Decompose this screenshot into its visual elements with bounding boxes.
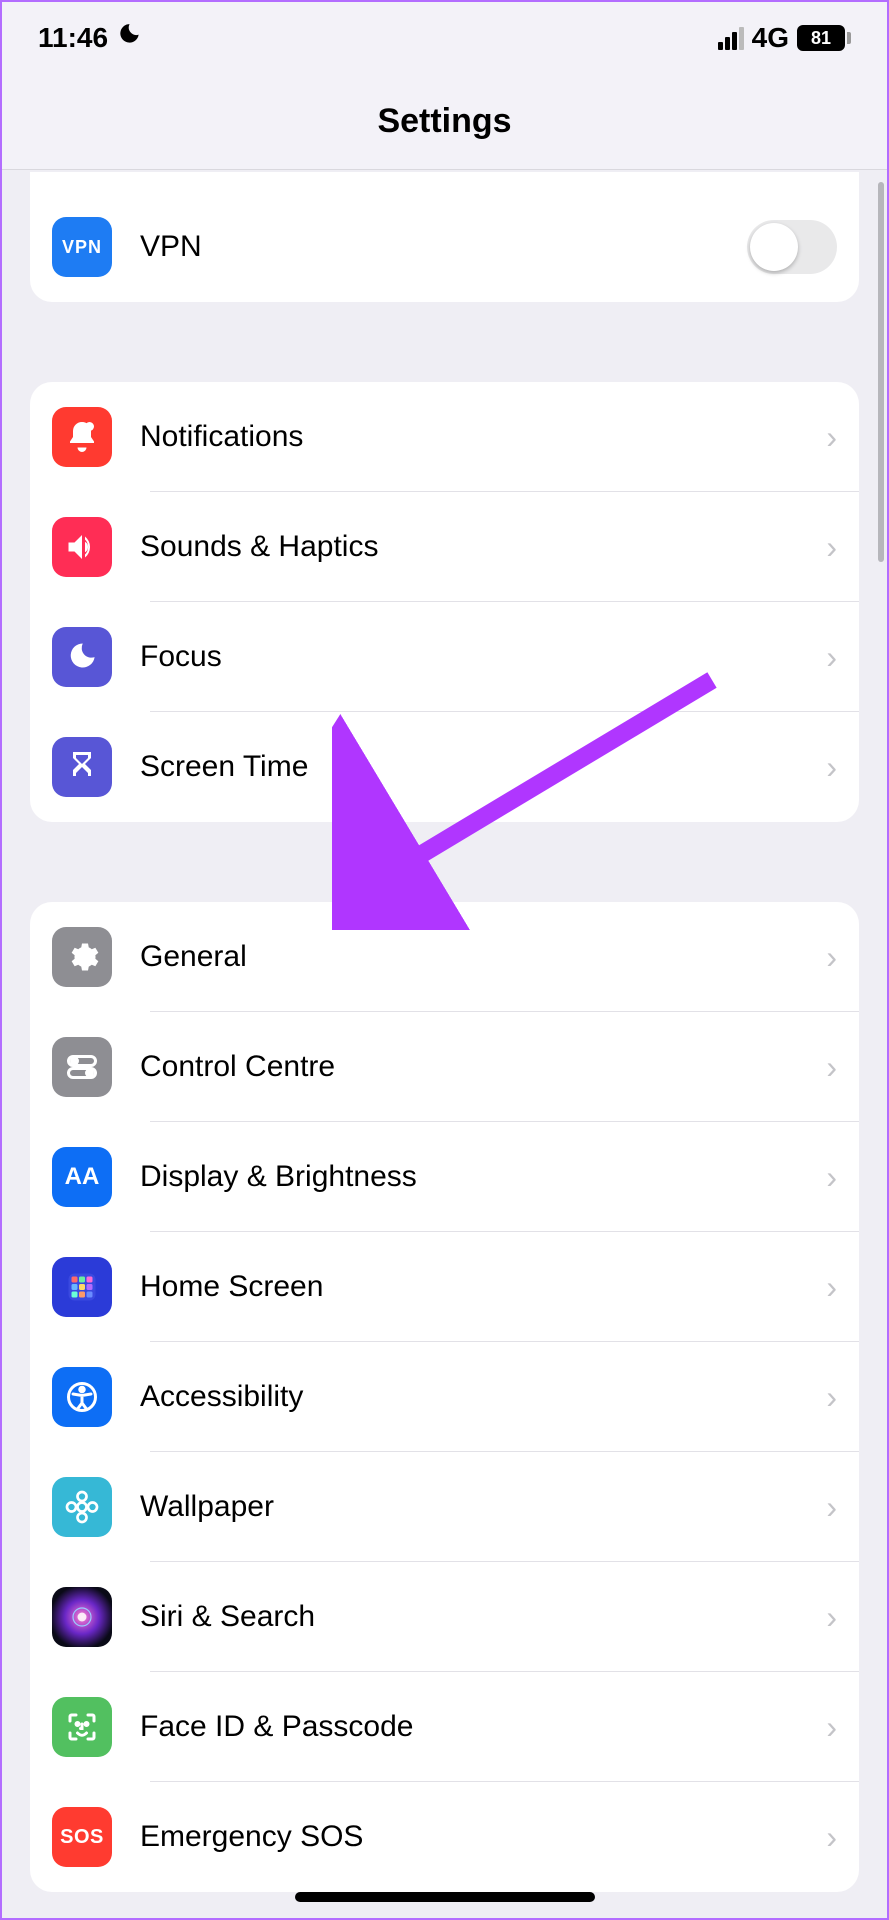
chevron-right-icon: › [826,1379,837,1416]
row-vpn[interactable]: VPN VPN [30,192,859,302]
battery-level: 81 [797,25,845,51]
row-faceid[interactable]: Face ID & Passcode › [30,1672,859,1782]
chevron-right-icon: › [826,1819,837,1856]
row-sos[interactable]: SOS Emergency SOS › [30,1782,859,1892]
chevron-right-icon: › [826,1599,837,1636]
faceid-icon [52,1697,112,1757]
row-label: General [140,940,826,974]
signal-icon [718,27,744,50]
vpn-toggle[interactable] [747,220,837,274]
settings-list[interactable]: VPN VPN Notifications › Sounds & Haptics… [2,172,887,1918]
row-label: Sounds & Haptics [140,530,826,564]
network-label: 4G [752,22,789,54]
scrollbar[interactable] [878,182,884,562]
row-label: Wallpaper [140,1490,826,1524]
chevron-right-icon: › [826,749,837,786]
row-accessibility[interactable]: Accessibility › [30,1342,859,1452]
row-label: Control Centre [140,1050,826,1084]
row-label: VPN [140,230,747,264]
group-device: General › Control Centre › AA Display & … [30,902,859,1892]
focus-moon-icon [116,22,142,55]
speaker-icon [52,517,112,577]
home-indicator[interactable] [295,1892,595,1902]
status-bar: 11:46 4G 81 [2,2,887,74]
moon-icon [52,627,112,687]
status-time: 11:46 [38,22,108,54]
row-display[interactable]: AA Display & Brightness › [30,1122,859,1232]
page-title: Settings [2,74,887,170]
chevron-right-icon: › [826,529,837,566]
row-label: Face ID & Passcode [140,1710,826,1744]
row-wallpaper[interactable]: Wallpaper › [30,1452,859,1562]
row-label: Accessibility [140,1380,826,1414]
text-size-icon: AA [52,1147,112,1207]
row-label: Screen Time [140,750,826,784]
chevron-right-icon: › [826,419,837,456]
chevron-right-icon: › [826,1709,837,1746]
row-siri[interactable]: Siri & Search › [30,1562,859,1672]
row-label: Home Screen [140,1270,826,1304]
row-sounds[interactable]: Sounds & Haptics › [30,492,859,602]
row-screentime[interactable]: Screen Time › [30,712,859,822]
row-notifications[interactable]: Notifications › [30,382,859,492]
vpn-icon: VPN [52,217,112,277]
status-left: 11:46 [38,22,142,55]
row-homescreen[interactable]: Home Screen › [30,1232,859,1342]
row-general[interactable]: General › [30,902,859,1012]
accessibility-icon [52,1367,112,1427]
row-label: Emergency SOS [140,1820,826,1854]
chevron-right-icon: › [826,1159,837,1196]
row-focus[interactable]: Focus › [30,602,859,712]
row-label: Focus [140,640,826,674]
chevron-right-icon: › [826,1489,837,1526]
row-label: Notifications [140,420,826,454]
status-right: 4G 81 [718,22,851,54]
toggles-icon [52,1037,112,1097]
group-attention: Notifications › Sounds & Haptics › Focus… [30,382,859,822]
siri-icon [52,1587,112,1647]
group-connectivity: VPN VPN [30,172,859,302]
flower-icon [52,1477,112,1537]
gear-icon [52,927,112,987]
row-controlcentre[interactable]: Control Centre › [30,1012,859,1122]
chevron-right-icon: › [826,1049,837,1086]
hourglass-icon [52,737,112,797]
chevron-right-icon: › [826,939,837,976]
chevron-right-icon: › [826,639,837,676]
battery-icon: 81 [797,25,851,51]
chevron-right-icon: › [826,1269,837,1306]
bell-icon [52,407,112,467]
row-label: Display & Brightness [140,1160,826,1194]
sos-icon: SOS [52,1807,112,1867]
row-label: Siri & Search [140,1600,826,1634]
apps-grid-icon [52,1257,112,1317]
